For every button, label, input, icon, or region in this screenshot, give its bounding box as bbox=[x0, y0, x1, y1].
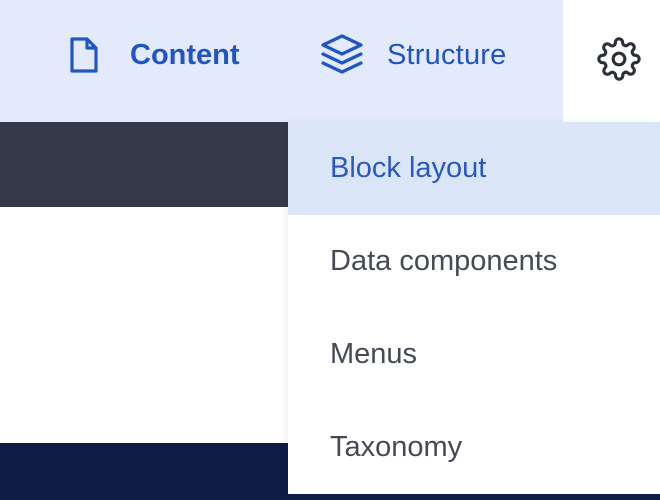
footer-band bbox=[0, 443, 288, 500]
toolbar-item-label: Content bbox=[130, 38, 240, 71]
menu-item-label: Block layout bbox=[330, 152, 487, 184]
menu-item-data-components[interactable]: Data components bbox=[288, 215, 660, 308]
document-icon bbox=[64, 35, 104, 75]
structure-dropdown-menu: Block layout Data components Menus Taxon… bbox=[288, 122, 660, 494]
menu-item-menus[interactable]: Menus bbox=[288, 308, 660, 401]
toolbar-item-content[interactable]: Content bbox=[64, 0, 240, 110]
menu-item-label: Taxonomy bbox=[330, 431, 463, 463]
toolbar-item-structure[interactable]: Structure bbox=[319, 0, 506, 110]
menu-item-block-layout[interactable]: Block layout bbox=[288, 122, 660, 215]
toolbar-item-label: Structure bbox=[387, 38, 507, 71]
layers-icon bbox=[319, 33, 365, 77]
footer-band-edge bbox=[288, 494, 660, 500]
page-header-band bbox=[0, 122, 288, 207]
menu-item-label: Menus bbox=[330, 338, 418, 370]
menu-item-label: Data components bbox=[330, 245, 558, 277]
gear-icon[interactable] bbox=[596, 36, 642, 82]
menu-item-taxonomy[interactable]: Taxonomy bbox=[288, 401, 660, 494]
